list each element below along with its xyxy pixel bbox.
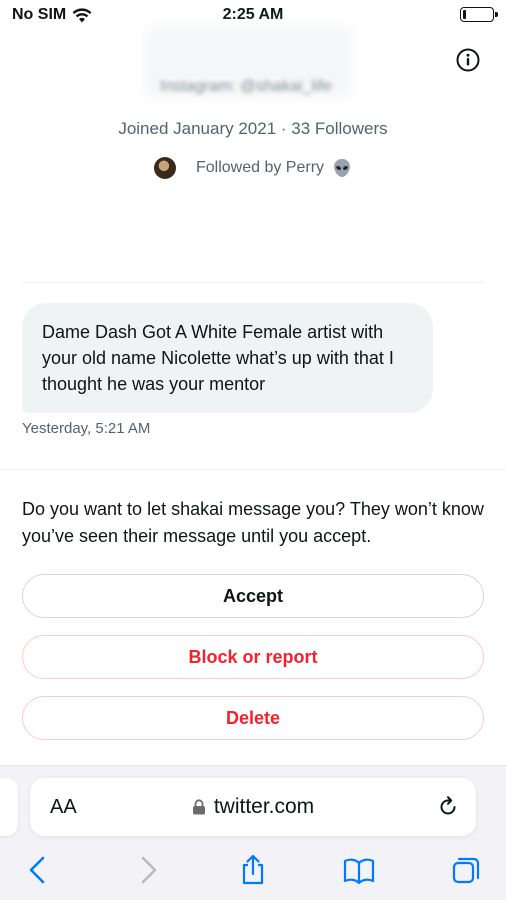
back-icon[interactable] xyxy=(22,854,54,886)
message-request-prompt: Do you want to let shakai message you? T… xyxy=(22,499,484,546)
profile-bio-partial: Instagram: @shakai_life xyxy=(160,78,332,95)
address-bar[interactable]: AA twitter.com xyxy=(30,778,476,836)
bookmarks-icon[interactable] xyxy=(343,854,375,886)
reload-icon[interactable] xyxy=(436,795,460,819)
section-divider xyxy=(0,469,506,470)
forward-icon[interactable] xyxy=(132,854,164,886)
message-timestamp: Yesterday, 5:21 AM xyxy=(22,420,151,437)
block-or-report-button[interactable]: Block or report xyxy=(22,635,484,679)
browser-toolbar: AA twitter.com xyxy=(0,765,506,900)
battery-icon xyxy=(460,7,498,22)
joined-followers-line: Joined January 2021 · 33 Followers xyxy=(118,119,388,138)
status-time: 2:25 AM xyxy=(222,6,284,23)
url-text: twitter.com xyxy=(213,795,315,818)
avatar xyxy=(153,157,176,179)
previous-tab-peek[interactable] xyxy=(0,778,18,836)
accept-button[interactable]: Accept xyxy=(22,574,484,618)
lock-icon xyxy=(192,799,205,815)
message-bubble[interactable]: Dame Dash Got A White Female artist with… xyxy=(22,303,433,413)
followed-by-row[interactable]: Followed by Perry xyxy=(0,157,506,179)
section-divider xyxy=(22,282,484,283)
tabs-icon[interactable] xyxy=(450,854,482,886)
alien-icon xyxy=(334,159,351,177)
delete-button[interactable]: Delete xyxy=(22,696,484,740)
followed-by-label: Followed by Perry xyxy=(195,159,325,176)
share-icon[interactable] xyxy=(237,854,269,886)
url-display[interactable]: twitter.com xyxy=(30,795,476,819)
info-icon[interactable] xyxy=(456,48,480,72)
